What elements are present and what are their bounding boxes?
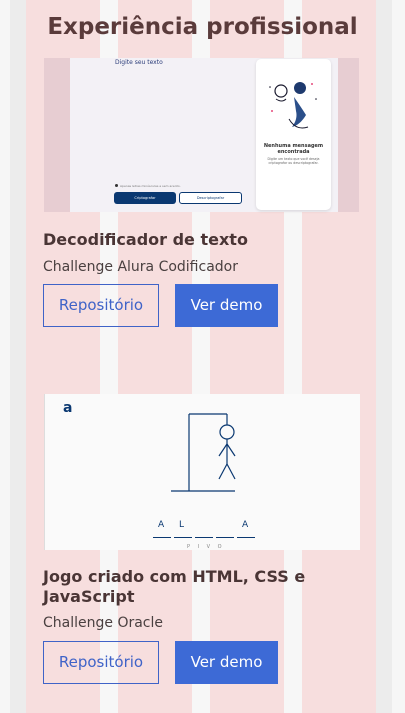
letter-slot	[216, 537, 234, 538]
guessed-letter: L	[179, 520, 185, 530]
project-subtitle: Challenge Oracle	[43, 615, 163, 631]
preview-encrypt-button: Criptografar	[114, 192, 176, 204]
preview-decrypt-button: Descriptografar	[179, 192, 242, 204]
person-illustration-icon	[269, 82, 317, 129]
hangman-gallows-icon	[171, 413, 236, 492]
preview-warning: Apenas letras minúsculas e sem acento.	[120, 184, 181, 188]
project-subtitle: Challenge Alura Codificador	[43, 259, 238, 275]
section-title: Experiência profissional	[47, 14, 358, 40]
project-title: Decodificador de texto	[43, 230, 248, 249]
letter-slot	[237, 537, 255, 538]
project-preview-hangman: a A L A P I V O	[44, 394, 360, 550]
letter-slot	[153, 537, 171, 538]
info-icon	[115, 184, 118, 187]
guessed-letter: A	[158, 520, 165, 530]
project-title: Jogo criado com HTML, CSS e JavaScript	[43, 567, 306, 606]
repository-button[interactable]: Repositório	[43, 641, 159, 684]
view-demo-button[interactable]: Ver demo	[175, 641, 278, 684]
letter-slot	[195, 537, 213, 538]
project-preview-decoder: Digite seu texto Nenhuma mensagem encont…	[44, 58, 359, 212]
preview-panel-text: Digite um texto que você deseja criptogr…	[267, 157, 320, 166]
letter-slot	[174, 537, 192, 538]
preview-input-placeholder: Digite seu texto	[115, 59, 163, 66]
preview-output-panel: Nenhuma mensagem encontrada Digite um te…	[256, 59, 331, 210]
experience-section: Experiência profissional Digite seu text…	[0, 0, 405, 713]
guessed-letter: A	[242, 520, 249, 530]
view-demo-button[interactable]: Ver demo	[175, 284, 278, 327]
preview-panel-title: Nenhuma mensagem encontrada	[263, 143, 324, 156]
wrong-letters: P I V O	[187, 544, 225, 550]
repository-button[interactable]: Repositório	[43, 284, 159, 327]
